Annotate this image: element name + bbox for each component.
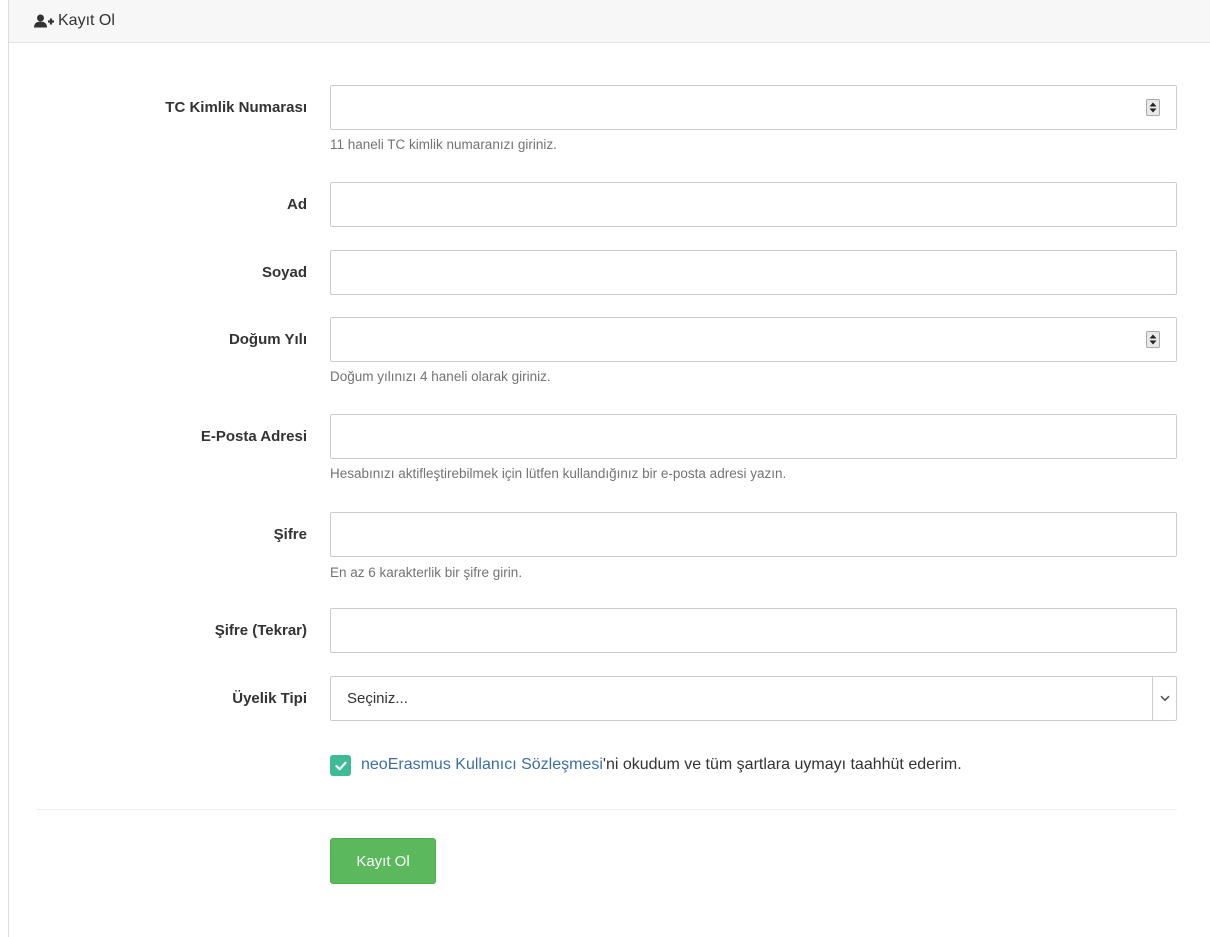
agreement-link[interactable]: neoErasmus Kullanıcı Sözleşmesi xyxy=(361,756,603,773)
agreement-suffix: 'ni okudum ve tüm şartlara uymayı taahhü… xyxy=(602,756,962,773)
ad-input[interactable] xyxy=(330,182,1177,227)
ad-label: Ad xyxy=(287,196,307,213)
dogum-label: Doğum Yılı xyxy=(228,331,307,348)
dogum-input[interactable] xyxy=(330,317,1177,362)
register-panel: Kayıt Ol TC Kimlik Numarası 11 haneli TC… xyxy=(8,0,1210,937)
sifre-input[interactable] xyxy=(330,512,1177,557)
user-plus-icon xyxy=(34,14,54,28)
sifre-tekrar-input[interactable] xyxy=(330,608,1177,653)
spin-arrows-icon xyxy=(1149,102,1157,113)
chevron-down-icon xyxy=(1159,695,1170,702)
panel-heading: Kayıt Ol xyxy=(9,0,1210,43)
tc-label: TC Kimlik Numarası xyxy=(165,99,307,116)
register-button[interactable]: Kayıt Ol xyxy=(330,838,436,884)
agreement-text: neoErasmus Kullanıcı Sözleşmesi'ni okudu… xyxy=(361,756,962,774)
dogum-help: Doğum yılınızı 4 haneli olarak giriniz. xyxy=(330,369,551,384)
sifre-help: En az 6 karakterlik bir şifre girin. xyxy=(330,565,523,580)
agreement-checkbox[interactable] xyxy=(330,755,351,776)
uyelik-select[interactable]: Seçiniz... xyxy=(330,676,1177,721)
tc-help: 11 haneli TC kimlik numaranızı giriniz. xyxy=(330,137,557,152)
form-divider xyxy=(37,809,1177,810)
select-arrow[interactable] xyxy=(1152,677,1176,720)
eposta-help: Hesabınızı aktifleştirebilmek için lütfe… xyxy=(330,466,787,481)
panel-title: Kayıt Ol xyxy=(58,12,115,29)
eposta-label: E-Posta Adresi xyxy=(200,428,307,445)
spin-arrows-icon xyxy=(1149,334,1157,345)
tc-input[interactable] xyxy=(330,85,1177,130)
eposta-input[interactable] xyxy=(330,414,1177,459)
uyelik-label: Üyelik Tipi xyxy=(232,690,307,707)
soyad-input[interactable] xyxy=(330,250,1177,295)
uyelik-selected: Seçiniz... xyxy=(347,690,408,707)
tc-spinner[interactable] xyxy=(1146,99,1160,116)
sifre-label: Şifre xyxy=(273,526,307,543)
sifre-tekrar-label: Şifre (Tekrar) xyxy=(214,622,307,639)
check-icon xyxy=(334,761,347,770)
soyad-label: Soyad xyxy=(261,264,307,281)
dogum-spinner[interactable] xyxy=(1146,331,1160,348)
